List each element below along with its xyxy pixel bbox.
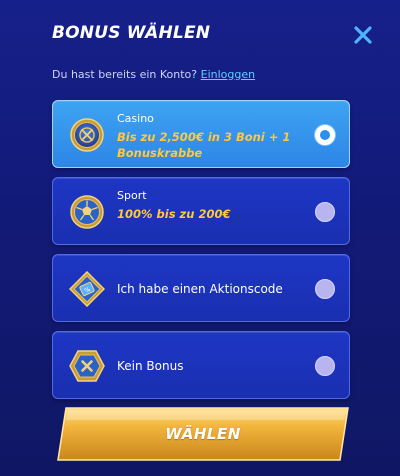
option-label: Kein Bonus	[117, 359, 184, 373]
casino-chip-icon	[69, 117, 105, 153]
bonus-options: Casino Bis zu 2,500€ in 3 Boni + 1 Bonus…	[52, 100, 350, 408]
radio-no-bonus[interactable]	[315, 356, 335, 376]
radio-sport[interactable]	[315, 202, 335, 222]
option-label: Sport	[117, 189, 147, 202]
radio-promo-code[interactable]	[315, 279, 335, 299]
modal-header: BONUS WÄHLEN	[52, 20, 376, 50]
no-bonus-icon	[69, 348, 105, 384]
option-label: Ich habe einen Aktionscode	[117, 282, 283, 296]
modal-title: BONUS WÄHLEN	[52, 23, 211, 43]
option-promo-code[interactable]: % Ich habe einen Aktionscode	[52, 254, 350, 322]
option-bonus-text: Bis zu 2,500€ in 3 Boni + 1 Bonuskrabbe	[117, 130, 291, 160]
option-bonus-text: 100% bis zu 200€	[117, 207, 231, 221]
option-sport[interactable]: Sport 100% bis zu 200€	[52, 177, 350, 245]
option-sport-text: Sport 100% bis zu 200€	[117, 189, 301, 222]
close-icon	[354, 26, 372, 44]
promo-code-icon: %	[68, 270, 106, 308]
radio-casino[interactable]	[315, 125, 335, 145]
login-prompt-text: Du hast bereits ein Konto?	[52, 68, 198, 81]
option-label: Casino	[117, 112, 154, 125]
close-button[interactable]	[352, 24, 374, 46]
select-button[interactable]: WÄHLEN	[56, 406, 350, 462]
select-button-label: WÄHLEN	[165, 425, 241, 443]
option-casino[interactable]: Casino Bis zu 2,500€ in 3 Boni + 1 Bonus…	[52, 100, 350, 168]
login-link[interactable]: Einloggen	[201, 68, 255, 81]
option-no-bonus[interactable]: Kein Bonus	[52, 331, 350, 399]
football-icon	[69, 194, 105, 230]
login-prompt: Du hast bereits ein Konto? Einloggen	[52, 68, 255, 81]
option-casino-text: Casino Bis zu 2,500€ in 3 Boni + 1 Bonus…	[117, 112, 301, 161]
